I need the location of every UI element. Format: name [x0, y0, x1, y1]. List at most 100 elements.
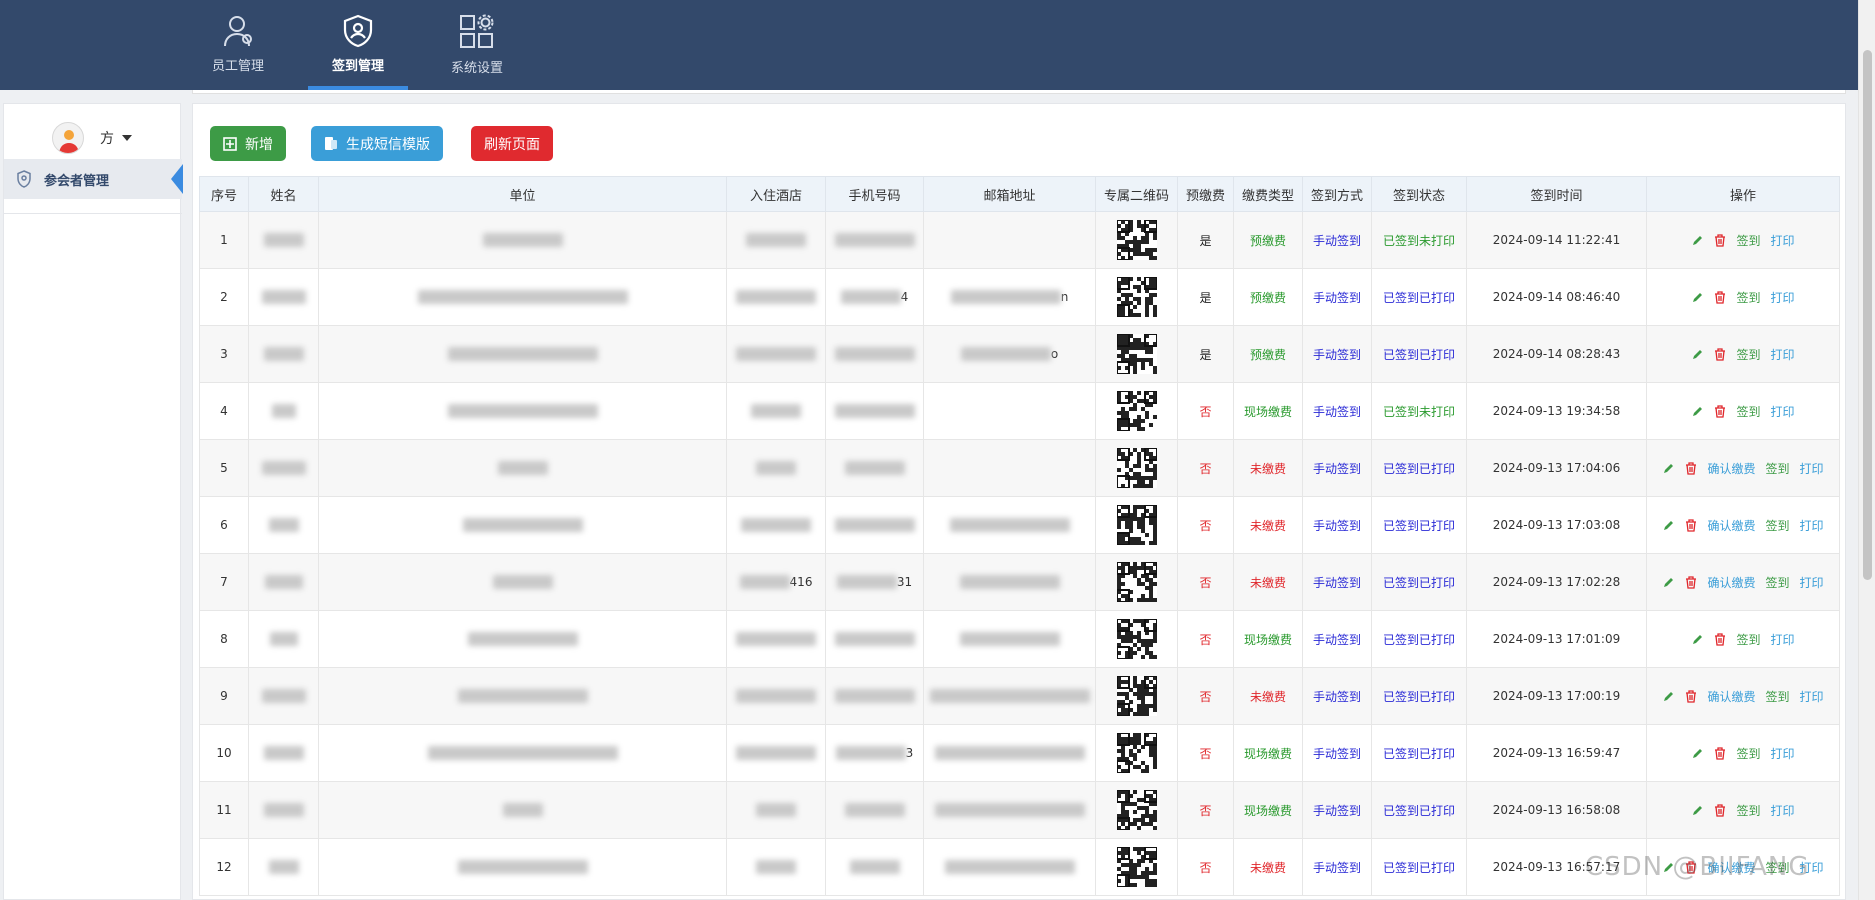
- sign-in-link[interactable]: 签到: [1736, 631, 1760, 648]
- cell-pay-type: 未缴费: [1233, 439, 1303, 497]
- table-row[interactable]: 3 o 是预缴费 手动签到 已签到已打印 2024-09-14 08:28:43 签到 打印: [199, 325, 1840, 383]
- qr-code-icon[interactable]: [1116, 733, 1157, 773]
- delete-icon[interactable]: [1685, 689, 1697, 703]
- delete-icon[interactable]: [1714, 347, 1726, 361]
- qr-code-icon[interactable]: [1116, 676, 1157, 716]
- edit-icon[interactable]: [1691, 804, 1704, 817]
- delete-icon[interactable]: [1714, 803, 1726, 817]
- cell-checkin-status: 已签到已打印: [1371, 268, 1467, 326]
- column-header[interactable]: 手机号码: [825, 176, 924, 212]
- confirm-payment-link[interactable]: 确认缴费: [1707, 688, 1755, 705]
- column-header[interactable]: 签到时间: [1466, 176, 1647, 212]
- delete-icon[interactable]: [1685, 575, 1697, 589]
- qr-code-icon[interactable]: [1116, 391, 1157, 431]
- sign-in-link[interactable]: 签到: [1765, 517, 1789, 534]
- sign-in-link[interactable]: 签到: [1736, 745, 1760, 762]
- column-header[interactable]: 操作: [1646, 176, 1840, 212]
- table-row[interactable]: 5 否未缴费 手动签到 已签到已打印 2024-09-13 17:04:06 确认缴费 签到…: [199, 439, 1840, 497]
- sign-in-link[interactable]: 签到: [1736, 289, 1760, 306]
- sidebar-item-attendee-management[interactable]: 参会者管理: [4, 159, 183, 199]
- column-header[interactable]: 签到状态: [1371, 176, 1467, 212]
- column-header[interactable]: 序号: [199, 176, 249, 212]
- tab-checkin-management[interactable]: 签到管理: [308, 0, 408, 90]
- edit-icon[interactable]: [1691, 291, 1704, 304]
- column-header[interactable]: 缴费类型: [1233, 176, 1303, 212]
- column-header[interactable]: 邮箱地址: [923, 176, 1096, 212]
- print-link[interactable]: 打印: [1771, 802, 1795, 819]
- qr-code-icon[interactable]: [1116, 277, 1157, 317]
- confirm-payment-link[interactable]: 确认缴费: [1707, 574, 1755, 591]
- edit-icon[interactable]: [1662, 462, 1675, 475]
- print-link[interactable]: 打印: [1800, 460, 1824, 477]
- delete-icon[interactable]: [1714, 746, 1726, 760]
- table-row[interactable]: 10 3 否现场缴费 手动签到 已签到已打印 2024-09-13 16:59:47 签到打…: [199, 724, 1840, 782]
- sign-in-link[interactable]: 签到: [1765, 574, 1789, 591]
- sign-in-link[interactable]: 签到: [1765, 688, 1789, 705]
- column-header[interactable]: 专属二维码: [1095, 176, 1178, 212]
- qr-code-icon[interactable]: [1116, 448, 1157, 488]
- delete-icon[interactable]: [1685, 461, 1697, 475]
- sign-in-link[interactable]: 签到: [1736, 403, 1760, 420]
- confirm-payment-link[interactable]: 确认缴费: [1707, 460, 1755, 477]
- user-menu[interactable]: 方: [52, 121, 132, 155]
- edit-icon[interactable]: [1691, 234, 1704, 247]
- edit-icon[interactable]: [1691, 633, 1704, 646]
- delete-icon[interactable]: [1685, 518, 1697, 532]
- column-header[interactable]: 入住酒店: [726, 176, 826, 212]
- edit-icon[interactable]: [1691, 747, 1704, 760]
- table-row[interactable]: 8 否现场缴费 手动签到 已签到已打印 2024-09-13 17:01:09 签到 打印: [199, 610, 1840, 668]
- qr-code-icon[interactable]: [1116, 505, 1157, 545]
- table-row[interactable]: 7 416 31 否未缴费 手动签到 已签到已打印 2024-09-13 17:02:28 确…: [199, 553, 1840, 611]
- qr-code-icon[interactable]: [1116, 562, 1157, 602]
- table-row[interactable]: 6 否未缴费 手动签到 已签到已打印 2024-09-13 17:03:08 确认缴费 签到…: [199, 496, 1840, 554]
- generate-sms-template-button[interactable]: 生成短信模版: [311, 126, 443, 161]
- sign-in-link[interactable]: 签到: [1736, 346, 1760, 363]
- delete-icon[interactable]: [1714, 233, 1726, 247]
- delete-icon[interactable]: [1714, 632, 1726, 646]
- print-link[interactable]: 打印: [1800, 517, 1824, 534]
- sign-in-link[interactable]: 签到: [1736, 802, 1760, 819]
- print-link[interactable]: 打印: [1771, 232, 1795, 249]
- print-link[interactable]: 打印: [1771, 631, 1795, 648]
- delete-icon[interactable]: [1714, 290, 1726, 304]
- page-scrollbar[interactable]: [1858, 0, 1875, 900]
- edit-icon[interactable]: [1662, 519, 1675, 532]
- table-row[interactable]: 1 是预缴费 手动签到 已签到未打印 2024-09-14 11:22:41 签到 打印: [199, 211, 1840, 269]
- edit-icon[interactable]: [1691, 348, 1704, 361]
- qr-code-icon[interactable]: [1116, 220, 1157, 260]
- cell-hotel: [726, 724, 826, 782]
- add-button[interactable]: 新增: [210, 126, 286, 161]
- tab-employee-management[interactable]: 员工管理: [188, 0, 288, 90]
- table-row[interactable]: 11 否现场缴费 手动签到 已签到已打印 2024-09-13 16:58:08 签到 打印: [199, 781, 1840, 839]
- edit-icon[interactable]: [1691, 405, 1704, 418]
- tab-system-settings[interactable]: 系统设置: [427, 0, 527, 90]
- qr-code-icon[interactable]: [1116, 619, 1157, 659]
- table-row[interactable]: 2 4 n 是预缴费 手动签到 已签到已打印 2024-09-14 08:46:40 签到 打印: [199, 268, 1840, 326]
- cell-actions: 签到 打印: [1646, 268, 1840, 326]
- qr-code-icon[interactable]: [1116, 334, 1157, 374]
- refresh-page-button[interactable]: 刷新页面: [471, 126, 553, 161]
- column-header[interactable]: 姓名: [248, 176, 319, 212]
- print-link[interactable]: 打印: [1771, 745, 1795, 762]
- column-header[interactable]: 单位: [318, 176, 727, 212]
- delete-icon[interactable]: [1714, 404, 1726, 418]
- column-header[interactable]: 预缴费: [1177, 176, 1234, 212]
- print-link[interactable]: 打印: [1800, 574, 1824, 591]
- print-link[interactable]: 打印: [1771, 403, 1795, 420]
- redacted-text: [959, 632, 1060, 647]
- cell-unit: [318, 667, 727, 725]
- table-row[interactable]: 4 否现场缴费 手动签到 已签到未打印 2024-09-13 19:34:58 签到 打印: [199, 382, 1840, 440]
- edit-icon[interactable]: [1662, 690, 1675, 703]
- sign-in-link[interactable]: 签到: [1736, 232, 1760, 249]
- sign-in-link[interactable]: 签到: [1765, 460, 1789, 477]
- column-header[interactable]: 签到方式: [1302, 176, 1372, 212]
- edit-icon[interactable]: [1662, 576, 1675, 589]
- qr-code-icon[interactable]: [1116, 847, 1157, 887]
- table-row[interactable]: 9 否未缴费 手动签到 已签到已打印 2024-09-13 17:00:19 确认缴费 签到…: [199, 667, 1840, 725]
- print-link[interactable]: 打印: [1771, 289, 1795, 306]
- qr-code-icon[interactable]: [1116, 790, 1157, 830]
- print-link[interactable]: 打印: [1771, 346, 1795, 363]
- confirm-payment-link[interactable]: 确认缴费: [1707, 517, 1755, 534]
- print-link[interactable]: 打印: [1800, 688, 1824, 705]
- page-scrollbar-thumb[interactable]: [1863, 50, 1872, 580]
